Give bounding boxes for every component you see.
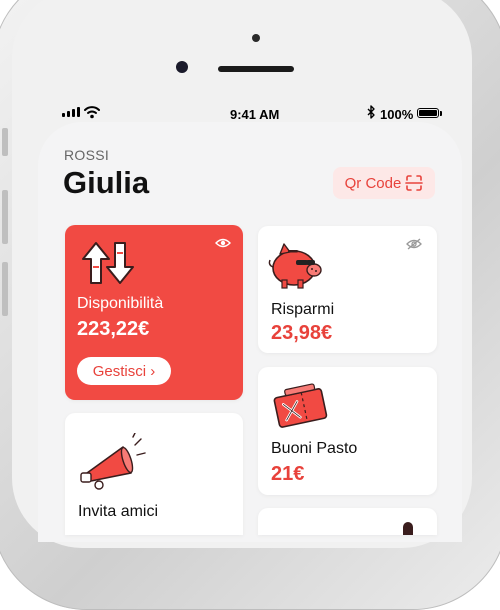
bluetooth-icon xyxy=(367,105,375,119)
battery-icon xyxy=(417,108,439,118)
invita-amici-title: Invita amici xyxy=(78,503,159,520)
buoni-pasto-amount: 21€ xyxy=(271,463,305,485)
risparmi-title: Risparmi xyxy=(271,301,335,318)
meal-voucher-icon xyxy=(273,383,328,428)
eye-off-icon[interactable] xyxy=(406,238,422,250)
mute-switch xyxy=(2,128,8,156)
wifi-icon xyxy=(84,106,100,119)
proximity-sensor xyxy=(252,34,260,42)
status-time: 9:41 AM xyxy=(230,107,280,122)
card-invita-amici[interactable]: Invita amici xyxy=(65,413,243,535)
user-name: Giulia xyxy=(63,165,150,200)
qr-scan-icon xyxy=(405,175,424,191)
card-disponibilita[interactable]: Disponibilità 223,22€ Gestisci › xyxy=(65,225,243,400)
qr-code-button[interactable]: Qr Code xyxy=(333,167,435,199)
megaphone-icon xyxy=(80,433,146,490)
status-bar: 9:41 AM 100% xyxy=(62,105,452,125)
disponibilita-amount: 223,22€ xyxy=(77,318,150,340)
card-next-partial[interactable] xyxy=(258,508,437,535)
gestisci-button[interactable]: Gestisci › xyxy=(77,357,171,385)
card-risparmi[interactable]: Risparmi 23,98€ xyxy=(258,226,437,353)
volume-down-button xyxy=(2,262,8,316)
arrows-swap-icon xyxy=(82,242,134,284)
earpiece-speaker xyxy=(218,66,294,72)
volume-up-button xyxy=(2,190,8,244)
buoni-pasto-title: Buoni Pasto xyxy=(271,440,358,457)
card-next-icon xyxy=(403,522,413,535)
signal-icon xyxy=(62,107,80,117)
card-buoni-pasto[interactable]: Buoni Pasto 21€ xyxy=(258,367,437,495)
front-camera xyxy=(176,61,188,73)
eye-icon[interactable] xyxy=(215,237,231,249)
disponibilita-title: Disponibilità xyxy=(77,295,164,312)
battery-percentage: 100% xyxy=(380,107,414,122)
piggy-bank-icon xyxy=(268,243,322,289)
user-surname: ROSSI xyxy=(64,147,110,163)
risparmi-amount: 23,98€ xyxy=(271,322,333,344)
qr-code-label: Qr Code xyxy=(344,174,402,192)
